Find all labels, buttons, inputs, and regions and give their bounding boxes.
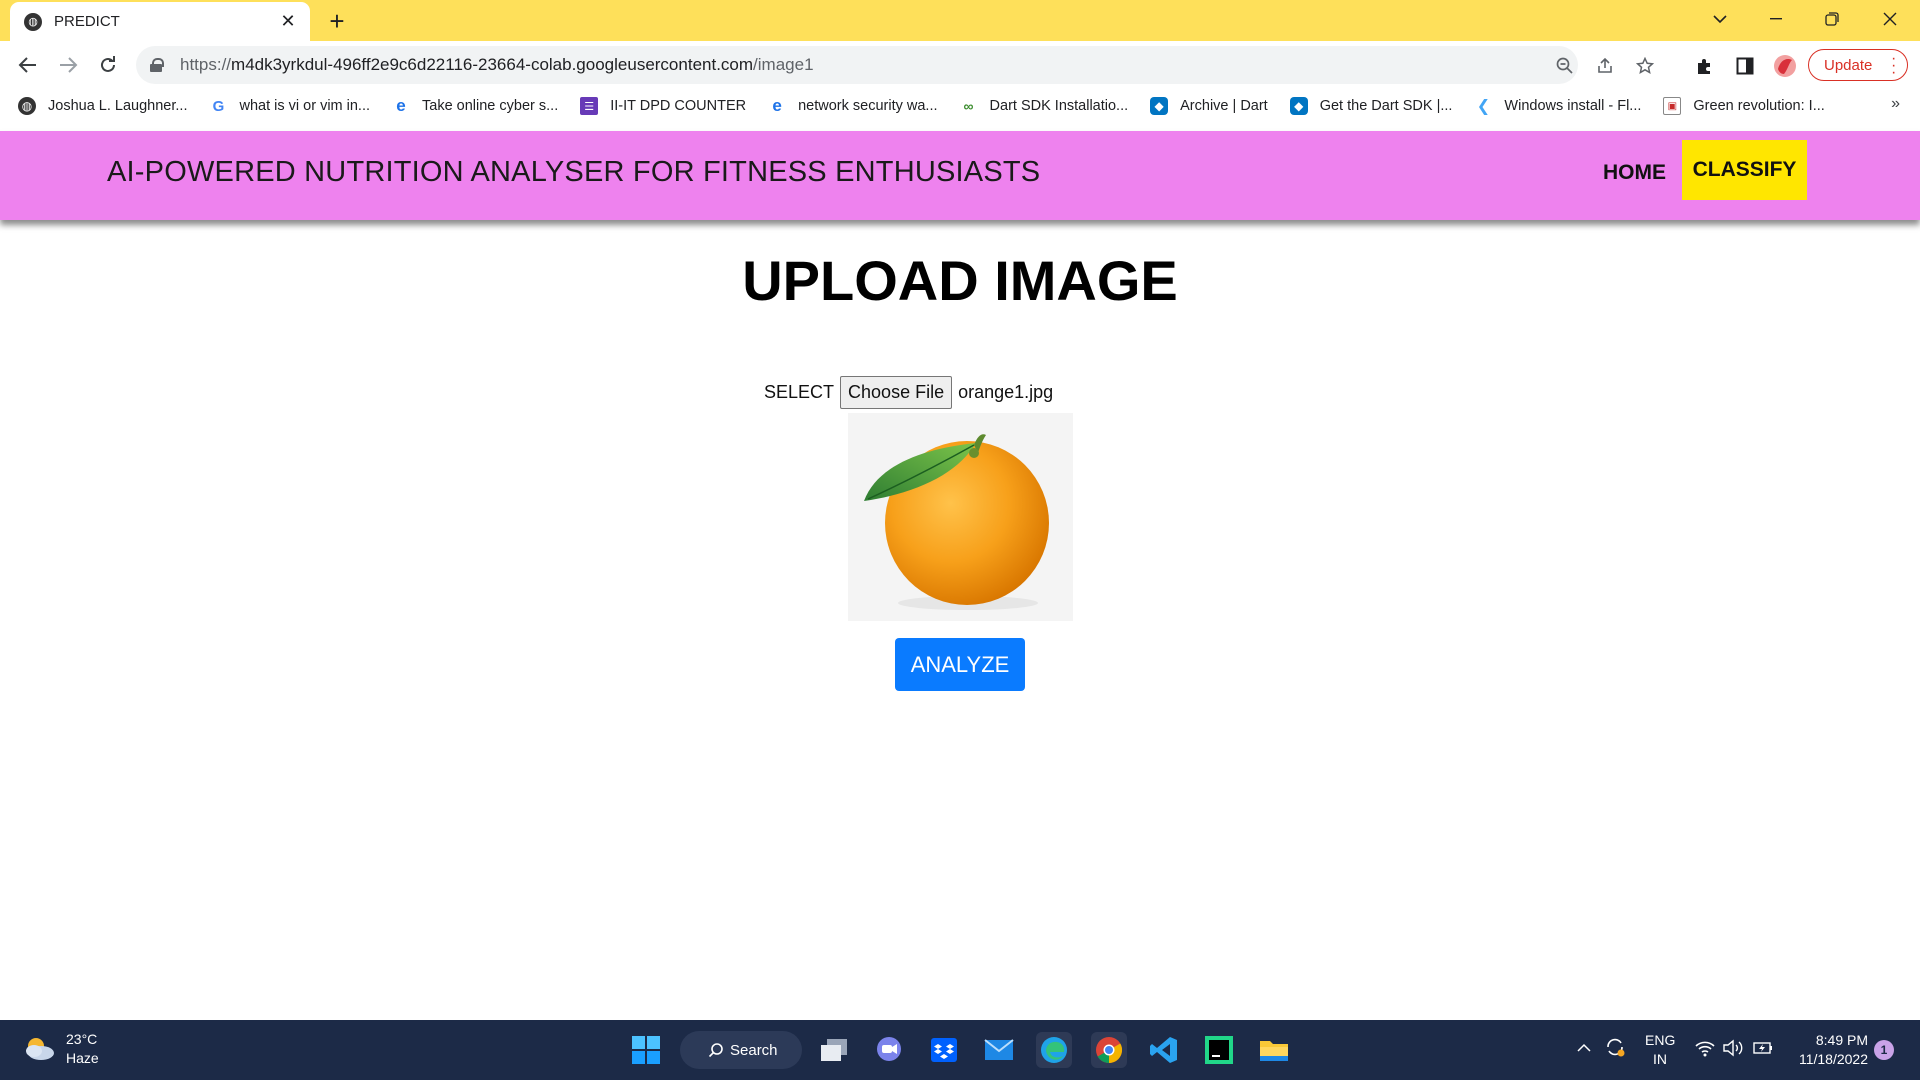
flutter-icon: ❮ [1474,97,1493,115]
weather-widget[interactable]: 23°C Haze [22,1030,99,1068]
sync-icon[interactable] [1604,1036,1626,1061]
task-view-icon[interactable] [816,1032,852,1068]
edge-e-icon: e [768,96,787,115]
page-title: UPLOAD IMAGE [742,249,1178,312]
browser-toolbar: https://m4dk3yrkdul-496ff2e9c6d22116-236… [0,41,1920,89]
search-icon [708,1043,723,1058]
side-panel-icon[interactable] [1732,53,1758,79]
wifi-icon[interactable] [1694,1039,1716,1060]
dart-icon: ◆ [1150,97,1169,115]
bookmark-item[interactable]: ◆ Archive | Dart [1150,97,1268,115]
zoom-icon[interactable] [1552,53,1578,79]
bookmark-item[interactable]: ◆ Get the Dart SDK |... [1289,97,1452,115]
more-bookmarks-icon[interactable]: » [1891,95,1900,113]
bookmark-item[interactable]: ∞ Dart SDK Installatio... [959,97,1128,115]
chrome-browser-icon[interactable] [1091,1032,1127,1068]
browser-tab[interactable]: ◍ PREDICT ✕ [10,2,310,41]
file-explorer-icon[interactable] [1256,1032,1292,1068]
windows-taskbar: 23°C Haze Search ENG IN 8:49 PM 11/18/20… [0,1020,1920,1080]
edge-e-icon: e [392,96,411,115]
weather-condition: Haze [66,1050,99,1066]
site-brand[interactable]: AI-POWERED NUTRITION ANALYSER FOR FITNES… [107,156,1040,189]
restore-button[interactable] [1804,0,1860,38]
bookmark-item[interactable]: e Take online cyber s... [392,96,558,115]
close-tab-icon[interactable]: ✕ [278,11,298,32]
minimize-button[interactable] [1748,0,1804,38]
bookmark-star-icon[interactable] [1632,53,1658,79]
google-icon: G [209,97,228,115]
bookmark-item[interactable]: ❮ Windows install - Fl... [1474,97,1641,115]
tab-title: PREDICT [54,13,120,30]
browser-tab-strip: ◍ PREDICT ✕ + [0,0,1920,41]
file-input-row: SELECT Choose File orange1.jpg [764,375,1053,409]
forward-button[interactable] [52,49,84,81]
update-button[interactable]: Update · · · [1808,49,1908,81]
bookmark-item[interactable]: ▣ Green revolution: I... [1663,97,1825,115]
mail-icon[interactable] [981,1032,1017,1068]
haze-weather-icon [22,1034,56,1064]
choose-file-button[interactable]: Choose File [840,375,953,409]
start-windows-icon[interactable] [628,1032,664,1068]
analyze-button[interactable]: ANALYZE [895,638,1025,691]
profile-avatar-icon[interactable] [1772,53,1798,79]
web-page: AI-POWERED NUTRITION ANALYSER FOR FITNES… [0,123,1920,1020]
link-icon: ∞ [959,97,978,115]
globe-icon: ◍ [24,12,42,31]
temperature: 23°C [66,1031,98,1047]
notification-badge[interactable]: 1 [1874,1040,1894,1060]
clock[interactable]: 8:49 PM 11/18/2022 [1790,1031,1868,1069]
dropbox-icon[interactable] [926,1032,962,1068]
bookmark-item[interactable]: ☰ II-IT DPD COUNTER [580,97,746,115]
orange-image [864,434,1049,610]
bookmark-item[interactable]: e network security wa... [768,96,938,115]
language-indicator[interactable]: ENG IN [1645,1031,1675,1069]
new-tab-button[interactable]: + [322,6,352,36]
share-icon[interactable] [1592,53,1618,79]
taskbar-search[interactable]: Search [680,1031,802,1069]
vscode-icon[interactable] [1146,1032,1182,1068]
site-navbar: AI-POWERED NUTRITION ANALYSER FOR FITNES… [0,131,1920,220]
teams-chat-icon[interactable] [871,1032,907,1068]
selected-file-name: orange1.jpg [958,381,1054,402]
nav-home-link[interactable]: HOME [1603,161,1666,185]
battery-charging-icon[interactable] [1752,1039,1774,1060]
volume-icon[interactable] [1722,1039,1744,1060]
forms-icon: ☰ [580,97,599,115]
image-preview [848,413,1073,621]
dart-icon: ◆ [1289,97,1308,115]
show-hidden-icons-chevron-icon[interactable] [1576,1040,1592,1056]
close-window-button[interactable] [1862,0,1918,38]
bookmark-item[interactable]: G what is vi or vim in... [209,97,370,115]
reload-button[interactable] [92,49,124,81]
slides-icon: ▣ [1663,97,1682,115]
url-text: https://m4dk3yrkdul-496ff2e9c6d22116-236… [180,55,814,74]
edge-browser-icon[interactable] [1036,1032,1072,1068]
bookmark-item[interactable]: ◍ Joshua L. Laughner... [18,97,187,115]
pycharm-icon[interactable] [1201,1032,1237,1068]
extensions-puzzle-icon[interactable] [1692,53,1718,79]
select-label: SELECT [764,381,835,402]
bookmarks-bar: ◍ Joshua L. Laughner... G what is vi or … [0,89,1920,123]
globe-icon: ◍ [18,97,36,115]
more-menu-icon[interactable]: · · · [1891,51,1896,81]
back-button[interactable] [12,49,44,81]
tab-search-chevron-icon[interactable] [1692,0,1748,38]
lock-icon[interactable] [150,58,164,72]
address-bar[interactable]: https://m4dk3yrkdul-496ff2e9c6d22116-236… [136,46,1654,84]
nav-classify-link[interactable]: CLASSIFY [1682,140,1807,200]
